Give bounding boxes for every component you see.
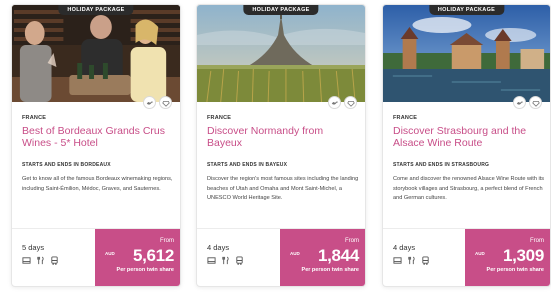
holiday-package-tag: HOLIDAY PACKAGE xyxy=(428,5,505,15)
currency-label: AUD xyxy=(475,251,485,256)
bird-icon[interactable] xyxy=(143,96,156,109)
from-label: From xyxy=(530,238,544,244)
package-card-list: HOLIDAY PACKAGE FRANCE Best of Bordeaux … xyxy=(11,4,551,294)
holiday-package-tag: HOLIDAY PACKAGE xyxy=(58,5,134,15)
bed-icon xyxy=(207,257,216,264)
bed-icon xyxy=(22,257,31,264)
transport-icon xyxy=(51,256,58,265)
starts-prefix: STARTS AND ENDS IN xyxy=(22,162,79,168)
starts-ends-label: STARTS AND ENDS IN STRASBOURG xyxy=(393,162,489,168)
price-amount: 1,844 xyxy=(317,246,359,265)
duration-label: 5 days xyxy=(22,243,45,252)
package-description: Come and discover the renowned Alsace Wi… xyxy=(393,176,545,202)
card-badges xyxy=(513,96,542,109)
package-photo-strasbourg[interactable] xyxy=(383,5,550,102)
package-card-bordeaux[interactable]: HOLIDAY PACKAGE FRANCE Best of Bordeaux … xyxy=(11,4,181,287)
meal-icon xyxy=(408,256,415,265)
starts-ends-label: STARTS AND ENDS IN BAYEUX xyxy=(207,162,287,168)
card-footer: 4 days From AUD 1,309 Per person twin sh… xyxy=(383,228,550,286)
meal-icon xyxy=(222,256,229,265)
price-box[interactable]: From AUD 1,844 Per person twin share xyxy=(280,229,365,286)
starts-prefix: STARTS AND ENDS IN xyxy=(393,162,450,168)
price-box[interactable]: From AUD 1,309 Per person twin share xyxy=(465,229,550,286)
price-note: Per person twin share xyxy=(301,267,359,273)
amenities-row xyxy=(207,256,244,265)
starts-city: STRASBOURG xyxy=(451,162,490,168)
meal-icon xyxy=(37,256,44,265)
package-card-normandy[interactable]: HOLIDAY PACKAGE FRANCE Discover Normandy… xyxy=(196,4,366,287)
price-note: Per person twin share xyxy=(486,267,544,273)
package-card-strasbourg[interactable]: HOLIDAY PACKAGE FRANCE Discover Strasbou… xyxy=(382,4,551,287)
transport-icon xyxy=(422,256,429,265)
duration-label: 4 days xyxy=(393,243,416,252)
country-label: FRANCE xyxy=(393,115,418,121)
country-label: FRANCE xyxy=(22,115,47,121)
card-footer: 4 days From AUD 1,844 Per person twin sh… xyxy=(197,228,365,286)
diamond-icon[interactable] xyxy=(529,96,542,109)
currency-label: AUD xyxy=(105,251,115,256)
holiday-package-tag: HOLIDAY PACKAGE xyxy=(243,5,319,15)
country-label: FRANCE xyxy=(207,115,232,121)
from-label: From xyxy=(345,238,359,244)
package-title[interactable]: Discover Strasbourg and the Alsace Wine … xyxy=(393,125,545,149)
diamond-icon[interactable] xyxy=(159,96,172,109)
package-title[interactable]: Best of Bordeaux Grands Crus Wines - 5* … xyxy=(22,125,174,149)
amenities-row xyxy=(393,256,430,265)
amenities-row xyxy=(22,256,59,265)
package-photo-bordeaux[interactable] xyxy=(12,5,180,102)
starts-ends-label: STARTS AND ENDS IN BORDEAUX xyxy=(22,162,111,168)
package-title[interactable]: Discover Normandy from Bayeux xyxy=(207,125,359,149)
currency-label: AUD xyxy=(290,251,300,256)
package-description: Discover the region's most famous sites … xyxy=(207,176,359,202)
card-badges xyxy=(143,96,172,109)
package-description: Get to know all of the famous Bordeaux w… xyxy=(22,176,173,192)
starts-city: BAYEUX xyxy=(265,162,288,168)
diamond-icon[interactable] xyxy=(344,96,357,109)
card-footer: 5 days From AUD 5,612 Per person twin sh… xyxy=(12,228,180,286)
price-amount: 5,612 xyxy=(132,246,174,265)
starts-prefix: STARTS AND ENDS IN xyxy=(207,162,264,168)
bed-icon xyxy=(393,257,402,264)
from-label: From xyxy=(160,238,174,244)
starts-city: BORDEAUX xyxy=(80,162,111,168)
package-photo-normandy[interactable] xyxy=(197,5,365,102)
duration-label: 4 days xyxy=(207,243,230,252)
transport-icon xyxy=(236,256,243,265)
card-badges xyxy=(328,96,357,109)
bird-icon[interactable] xyxy=(513,96,526,109)
price-box[interactable]: From AUD 5,612 Per person twin share xyxy=(95,229,180,286)
bird-icon[interactable] xyxy=(328,96,341,109)
price-note: Per person twin share xyxy=(116,267,174,273)
price-amount: 1,309 xyxy=(502,246,544,265)
